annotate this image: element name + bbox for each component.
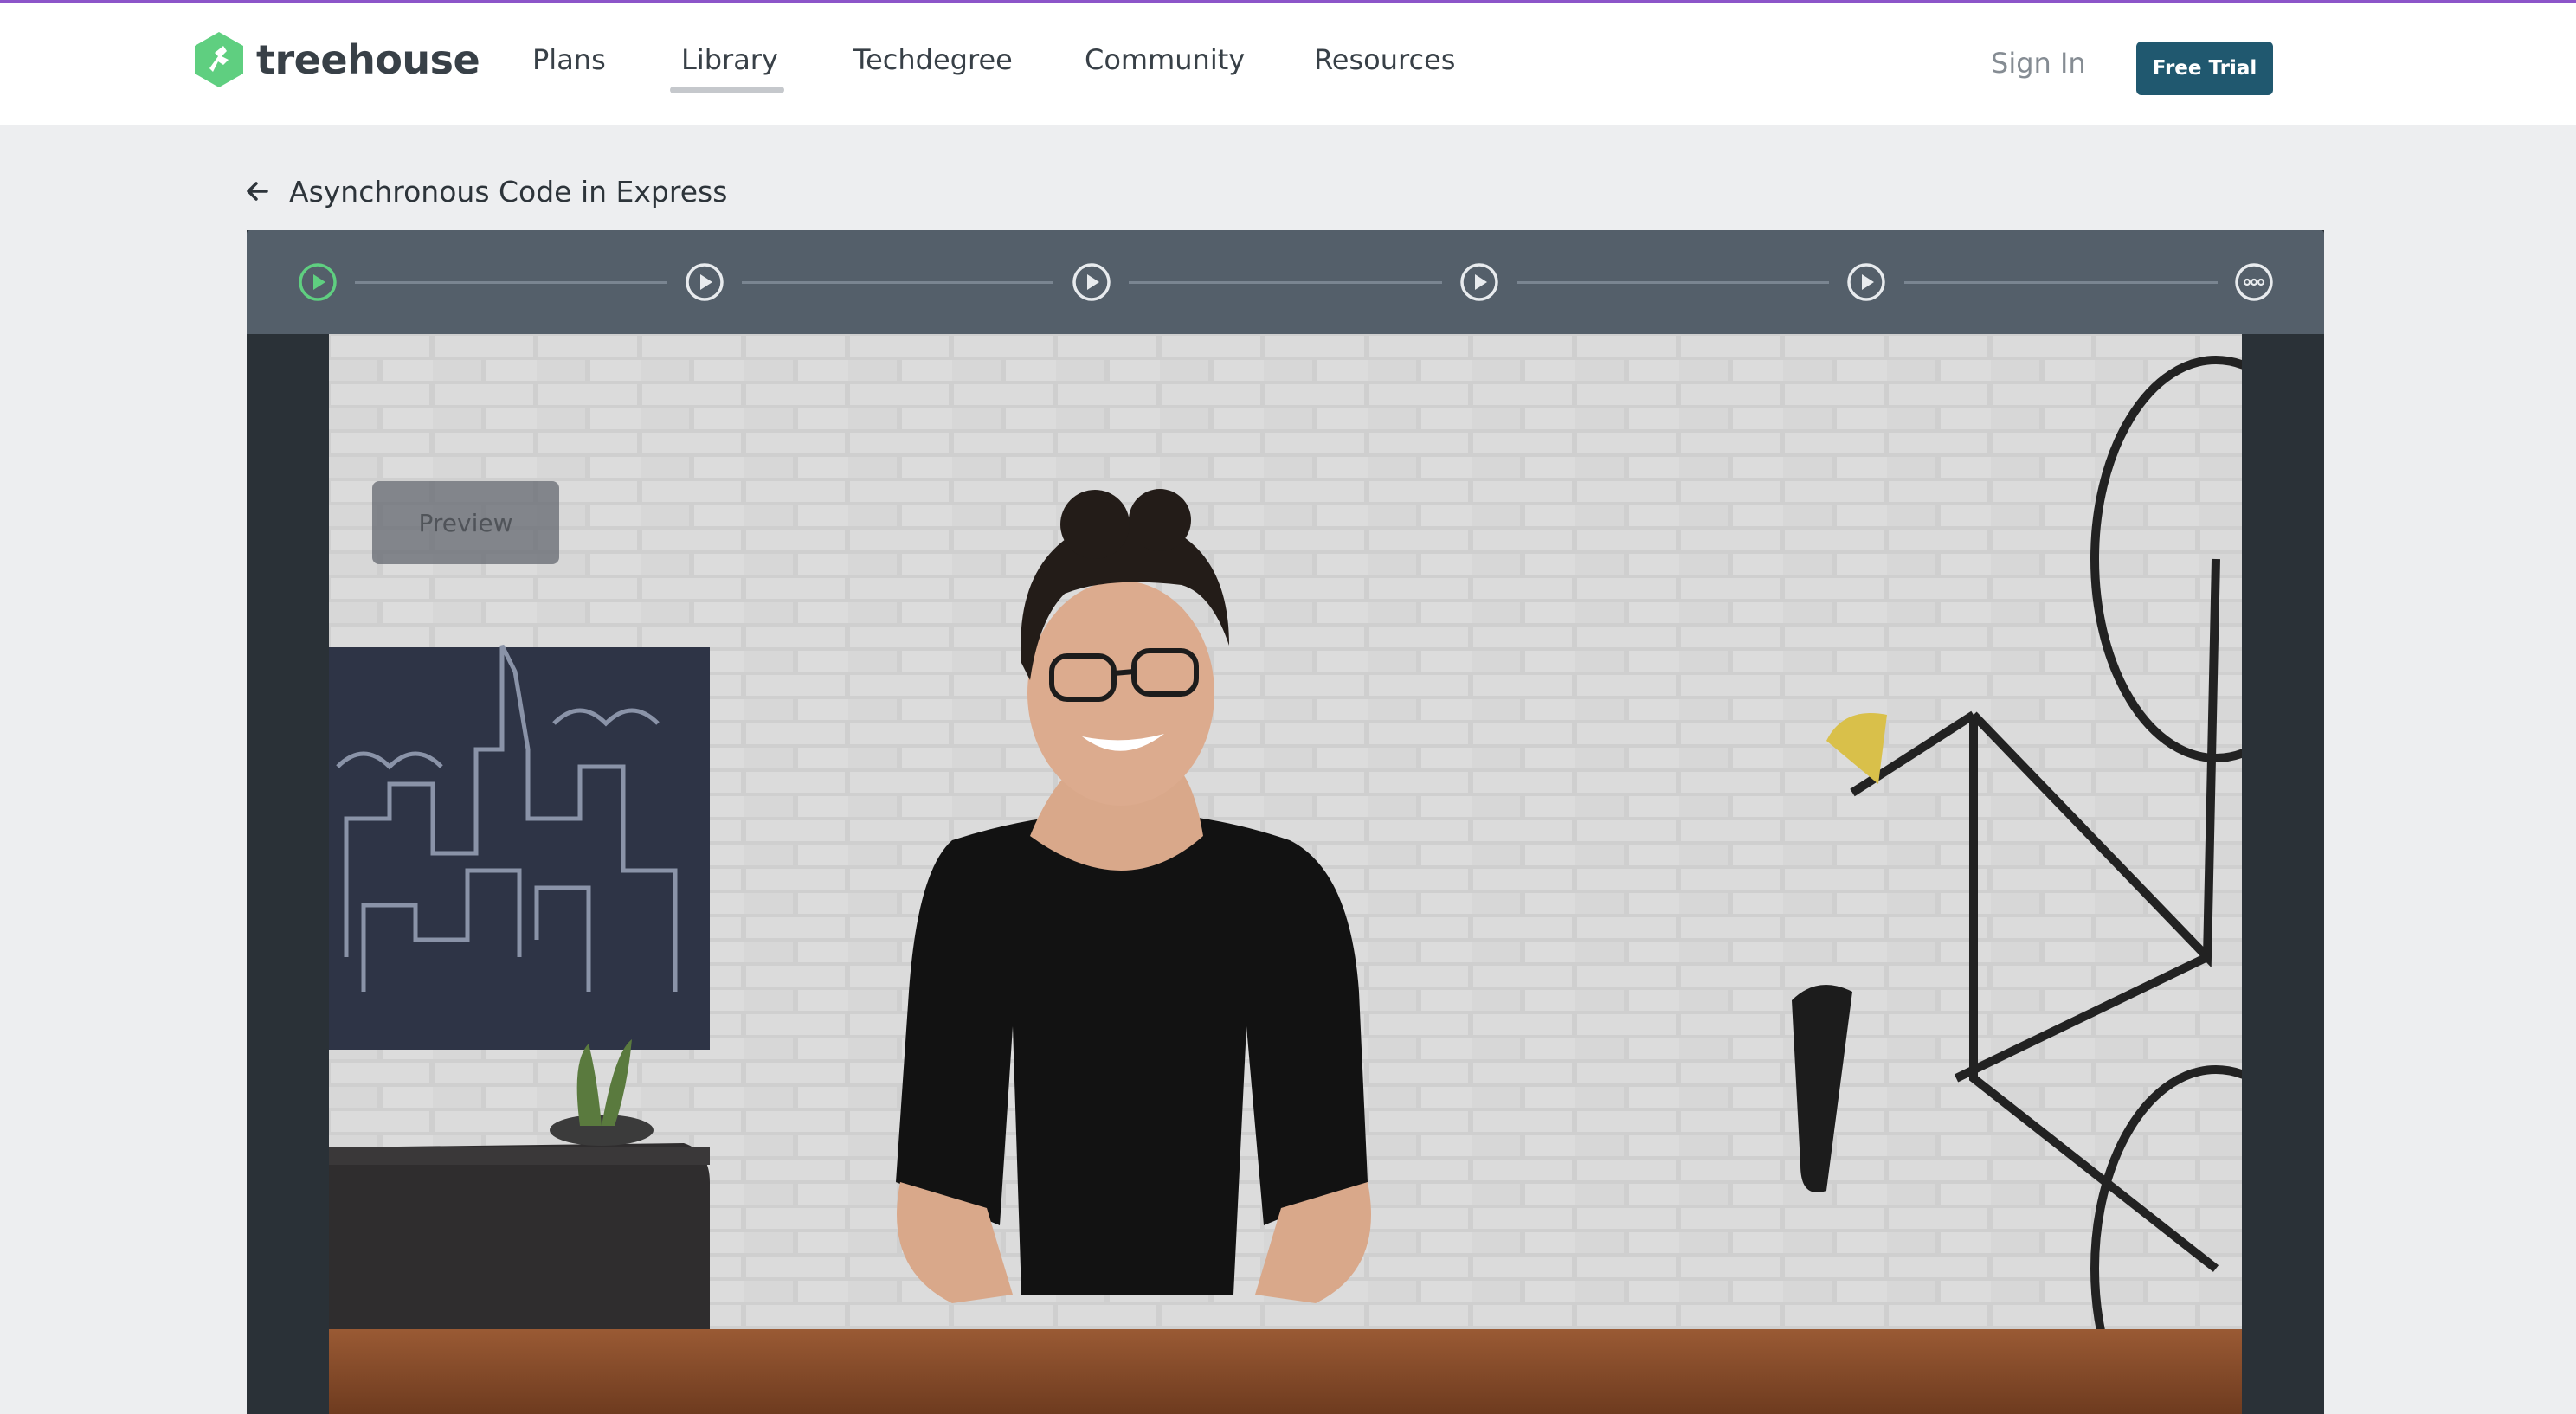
video-still-image bbox=[329, 334, 2242, 1414]
top-navbar: treehouse Plans Library Techdegree Commu… bbox=[0, 3, 2576, 125]
play-circle-icon[interactable] bbox=[1846, 262, 1886, 302]
video-frame[interactable]: Preview bbox=[329, 334, 2242, 1414]
nav-library[interactable]: Library bbox=[681, 43, 778, 76]
nav-active-indicator bbox=[670, 87, 784, 93]
ellipsis-circle-icon[interactable] bbox=[2234, 262, 2274, 302]
step-connector bbox=[742, 281, 1053, 284]
play-circle-icon[interactable] bbox=[1072, 262, 1111, 302]
treehouse-logo-icon bbox=[195, 32, 243, 87]
nav-plans[interactable]: Plans bbox=[532, 43, 606, 76]
course-breadcrumb: Asynchronous Code in Express bbox=[246, 170, 727, 213]
play-circle-icon[interactable] bbox=[685, 262, 724, 302]
logo-text: treehouse bbox=[256, 36, 480, 83]
arrow-left-icon[interactable] bbox=[246, 181, 268, 202]
preview-badge: Preview bbox=[372, 481, 559, 564]
sign-in-link[interactable]: Sign In bbox=[1991, 47, 2086, 80]
step-connector bbox=[355, 281, 667, 284]
nav-resources[interactable]: Resources bbox=[1314, 43, 1455, 76]
step-connector bbox=[1129, 281, 1442, 284]
nav-techdegree[interactable]: Techdegree bbox=[853, 43, 1013, 76]
play-circle-icon[interactable] bbox=[1459, 262, 1499, 302]
nav-community[interactable]: Community bbox=[1085, 43, 1245, 76]
treehouse-logo[interactable]: treehouse bbox=[192, 29, 480, 90]
step-connector bbox=[1517, 281, 1829, 284]
free-trial-button[interactable]: Free Trial bbox=[2136, 42, 2273, 95]
course-title[interactable]: Asynchronous Code in Express bbox=[289, 175, 727, 209]
video-player: Preview bbox=[247, 230, 2324, 1414]
step-progress-bar bbox=[247, 230, 2324, 334]
step-connector bbox=[1904, 281, 2218, 284]
play-circle-icon[interactable] bbox=[298, 262, 338, 302]
